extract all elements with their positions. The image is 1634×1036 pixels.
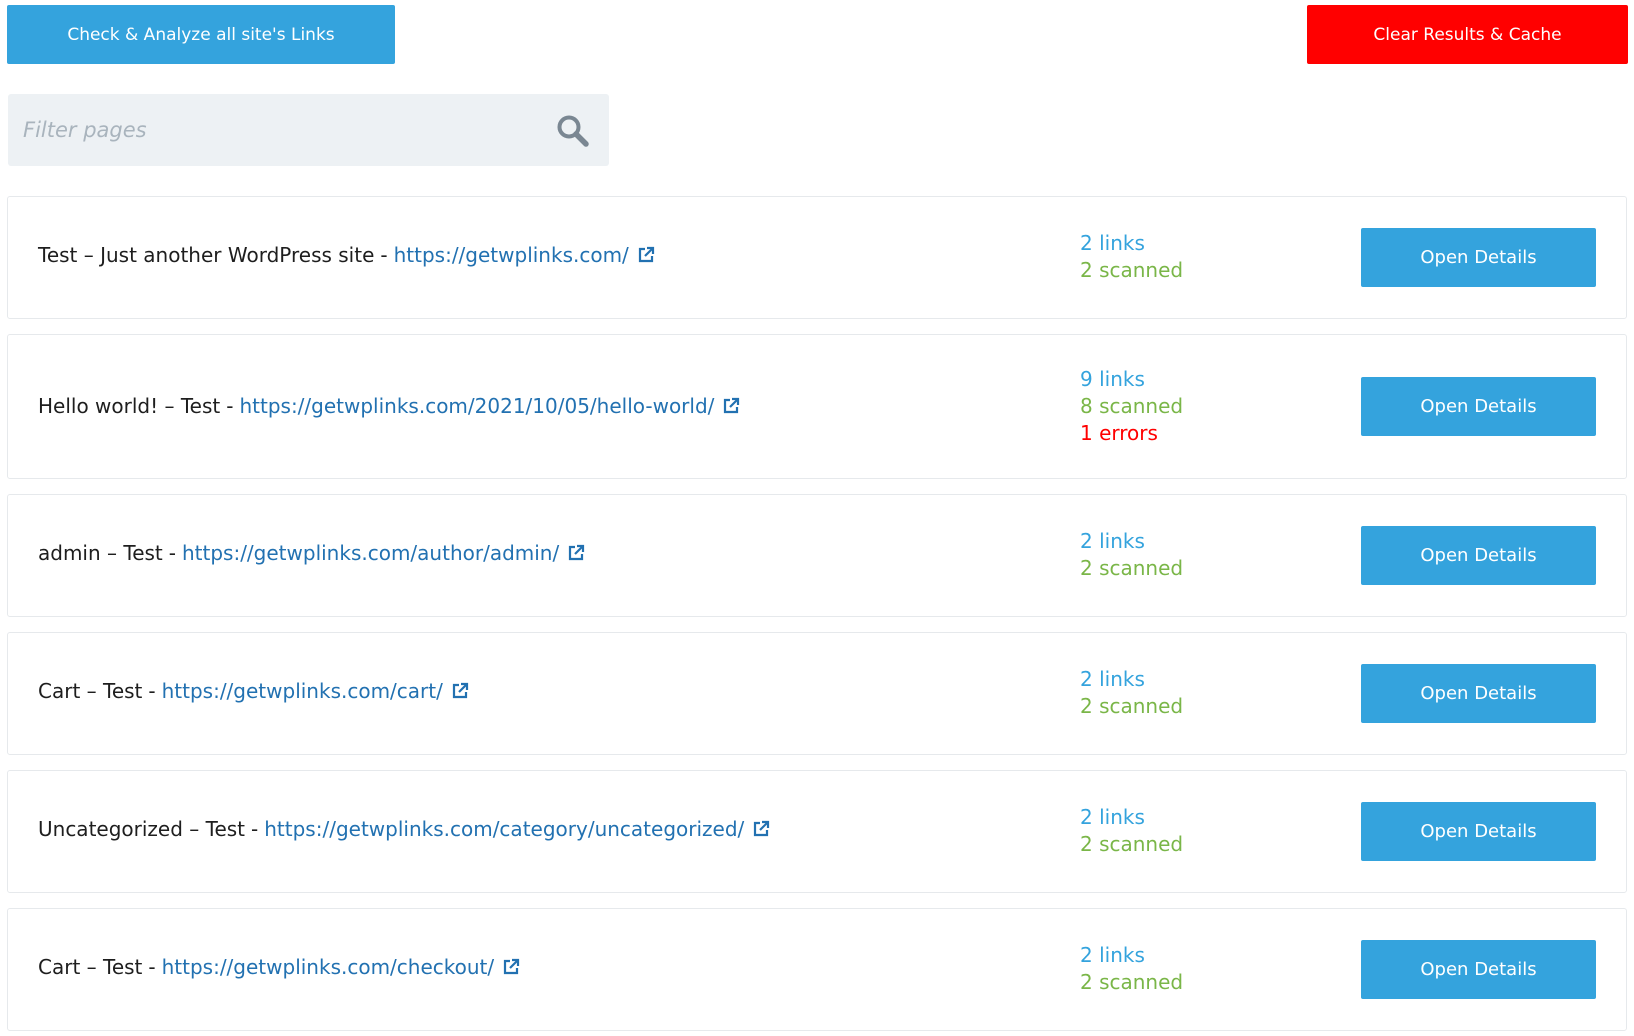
open-details-button[interactable]: Open Details — [1361, 664, 1596, 723]
page-url-link[interactable]: https://getwplinks.com/category/uncatego… — [264, 817, 744, 841]
filter-pages-input[interactable] — [8, 94, 548, 166]
link-stats: 2 links 2 scanned — [1080, 230, 1183, 284]
link-stats: 2 links 2 scanned — [1080, 666, 1183, 720]
scanned-count: 2 scanned — [1080, 832, 1184, 856]
search-icon[interactable] — [556, 114, 590, 148]
links-count: 2 links — [1080, 667, 1145, 691]
page-row: Hello world! – Test - https://getwplinks… — [7, 334, 1627, 479]
page-url-link[interactable]: https://getwplinks.com/ — [394, 243, 629, 267]
external-link-icon[interactable] — [502, 958, 520, 976]
scanned-count: 2 scanned — [1080, 556, 1184, 580]
open-details-button[interactable]: Open Details — [1361, 377, 1596, 436]
page-url-link[interactable]: https://getwplinks.com/2021/10/05/hello-… — [239, 394, 714, 418]
page-row: Cart – Test - https://getwplinks.com/car… — [7, 632, 1627, 755]
separator: - — [148, 679, 156, 703]
external-link-icon[interactable] — [752, 820, 770, 838]
link-stats: 2 links 2 scanned — [1080, 528, 1183, 582]
separator: - — [168, 541, 176, 565]
page-name: Cart – Test — [38, 679, 143, 703]
links-count: 2 links — [1080, 943, 1145, 967]
separator: - — [380, 243, 388, 267]
external-link-icon[interactable] — [637, 246, 655, 264]
scanned-count: 2 scanned — [1080, 694, 1184, 718]
filter-pages-box — [8, 94, 609, 166]
errors-count: 1 errors — [1080, 421, 1158, 445]
page-row: Uncategorized – Test - https://getwplink… — [7, 770, 1627, 893]
open-details-button[interactable]: Open Details — [1361, 228, 1596, 287]
page-title-line: Uncategorized – Test - https://getwplink… — [38, 817, 770, 841]
separator: - — [251, 817, 259, 841]
open-details-button[interactable]: Open Details — [1361, 526, 1596, 585]
page-name: Test – Just another WordPress site — [38, 243, 375, 267]
page-row: admin – Test - https://getwplinks.com/au… — [7, 494, 1627, 617]
open-details-button[interactable]: Open Details — [1361, 940, 1596, 999]
link-stats: 9 links 8 scanned 1 errors — [1080, 366, 1183, 447]
page-url-link[interactable]: https://getwplinks.com/author/admin/ — [182, 541, 559, 565]
clear-results-cache-button[interactable]: Clear Results & Cache — [1307, 5, 1628, 64]
links-count: 9 links — [1080, 367, 1145, 391]
page-title-line: Cart – Test - https://getwplinks.com/car… — [38, 679, 469, 703]
links-count: 2 links — [1080, 231, 1145, 255]
page-name: Uncategorized – Test — [38, 817, 246, 841]
page-title-line: admin – Test - https://getwplinks.com/au… — [38, 541, 585, 565]
link-stats: 2 links 2 scanned — [1080, 804, 1183, 858]
page-name: Hello world! – Test — [38, 394, 221, 418]
external-link-icon[interactable] — [567, 544, 585, 562]
page-title-line: Test – Just another WordPress site - htt… — [38, 243, 655, 267]
page-row: Test – Just another WordPress site - htt… — [7, 196, 1627, 319]
link-stats: 2 links 2 scanned — [1080, 942, 1183, 996]
page-url-link[interactable]: https://getwplinks.com/checkout/ — [162, 955, 495, 979]
page-row: Cart – Test - https://getwplinks.com/che… — [7, 908, 1627, 1031]
scanned-count: 2 scanned — [1080, 258, 1184, 282]
page-url-link[interactable]: https://getwplinks.com/cart/ — [162, 679, 443, 703]
links-count: 2 links — [1080, 529, 1145, 553]
external-link-icon[interactable] — [722, 397, 740, 415]
page-title-line: Cart – Test - https://getwplinks.com/che… — [38, 955, 520, 979]
links-count: 2 links — [1080, 805, 1145, 829]
check-analyze-links-button[interactable]: Check & Analyze all site's Links — [7, 5, 395, 64]
scanned-count: 2 scanned — [1080, 970, 1184, 994]
separator: - — [148, 955, 156, 979]
toolbar: Check & Analyze all site's Links Clear R… — [0, 0, 1634, 70]
separator: - — [226, 394, 234, 418]
scanned-count: 8 scanned — [1080, 394, 1184, 418]
external-link-icon[interactable] — [451, 682, 469, 700]
page-name: admin – Test — [38, 541, 163, 565]
page-name: Cart – Test — [38, 955, 143, 979]
page-title-line: Hello world! – Test - https://getwplinks… — [38, 394, 740, 418]
open-details-button[interactable]: Open Details — [1361, 802, 1596, 861]
